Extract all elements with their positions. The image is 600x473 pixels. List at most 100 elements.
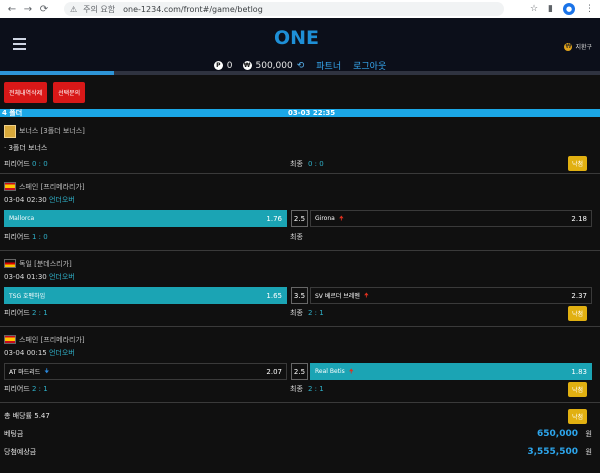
- away-odds: 2.18: [571, 214, 587, 223]
- arrow-down-icon: 🠋: [44, 367, 50, 375]
- odds-row: AT 마드리드 🠋 2.07 2.5 Real Betis 🠉 1.83: [0, 363, 600, 380]
- away-pick[interactable]: Girona 🠉 2.18: [310, 210, 592, 227]
- league-name: 스페인 [프리메라리가]: [19, 335, 85, 344]
- away-odds: 1.83: [571, 367, 587, 376]
- refresh-icon[interactable]: ⟲: [297, 61, 305, 71]
- game-time: 03-04 01:30: [4, 273, 47, 281]
- total-odds-value: 5.47: [34, 412, 50, 420]
- league-row: 독일 [분데스리가]: [0, 251, 600, 271]
- menu-icon[interactable]: ⋮: [585, 4, 594, 14]
- balance-bar: P 0 ₩ 500,000 ⟲ 파트너 로그아웃: [0, 60, 600, 72]
- arrow-up-icon: 🠉: [348, 367, 354, 375]
- side-panel-icon[interactable]: ▮: [548, 4, 553, 14]
- market-type: 언더오버: [48, 196, 75, 204]
- game-time: 03-04 00:15: [4, 349, 47, 357]
- back-icon[interactable]: ←: [6, 4, 18, 15]
- final-score: 2 : 1: [308, 385, 324, 393]
- away-odds: 2.37: [571, 291, 587, 300]
- bet-amount-unit: 원: [585, 430, 592, 438]
- bet-summary: 총 배당률 5.47 낙첨 베팅금 650,000 원 당첨예상금 3,555,…: [0, 403, 600, 461]
- bookmark-star-icon[interactable]: ☆: [530, 4, 538, 14]
- points-value: 0: [226, 60, 233, 71]
- level-coin-icon: ₩: [564, 42, 573, 51]
- home-team: TSG 호펜하임: [9, 293, 46, 300]
- reload-icon[interactable]: ⟳: [38, 4, 50, 15]
- period-score: 2 : 1: [32, 385, 48, 393]
- delete-all-button[interactable]: 전체내역삭제: [4, 81, 48, 103]
- final-label: 최종: [290, 385, 303, 393]
- away-team: Real Betis: [315, 368, 345, 375]
- total-odds-row: 총 배당률 5.47 낙첨: [0, 407, 600, 425]
- site-logo[interactable]: ONE: [274, 27, 319, 49]
- market-type: 언더오버: [48, 273, 75, 281]
- home-team: AT 마드리드: [9, 369, 41, 376]
- bonus-score-row: 피리어드 0 : 0 최종 0 : 0 낙첨: [0, 155, 600, 172]
- url-text: one-1234.com/front#/game/betlog: [123, 4, 263, 14]
- expected-win-value: 3,555,500: [527, 447, 578, 457]
- home-pick[interactable]: Mallorca 1.76: [4, 210, 287, 227]
- bet-header: 4 폴더 03-03 22:35: [0, 109, 600, 117]
- bonus-card: 보너스 [3폴더 보너스] · 3폴더 보너스 피리어드 0 : 0 최종 0 …: [0, 117, 600, 174]
- game-card: 독일 [분데스리가] 03-04 01:30 언더오버 TSG 호펜하임 1.6…: [0, 251, 600, 327]
- market-type: 언더오버: [48, 349, 75, 357]
- gift-icon: [4, 124, 16, 138]
- away-pick[interactable]: SV 베르더 브레멘 🠉 2.37: [310, 287, 592, 304]
- bet-amount-row: 베팅금 650,000 원: [0, 425, 600, 443]
- period-label: 피리어드: [4, 232, 30, 241]
- bonus-name: 3폴더 보너스: [8, 144, 48, 152]
- forward-icon[interactable]: →: [22, 4, 34, 15]
- money-value: 500,000: [255, 60, 293, 71]
- status-badge: 낙첨: [567, 305, 587, 321]
- expected-win-label: 당첨예상금: [4, 448, 37, 456]
- final-score: 0 : 0: [308, 159, 324, 168]
- hamburger-menu-icon[interactable]: [13, 38, 26, 53]
- status-badge: 낙첨: [567, 156, 587, 171]
- home-odds: 1.76: [266, 214, 282, 223]
- status-badge: 낙첨: [567, 381, 587, 397]
- user-info[interactable]: ₩ 지환구: [564, 42, 592, 51]
- final-label: 최종: [290, 232, 303, 241]
- bet-amount-value: 650,000: [537, 429, 578, 439]
- score-row: 피리어드 1 : 0 최종: [0, 227, 600, 246]
- league-row: 스페인 [프리메라리가]: [0, 327, 600, 347]
- final-label: 최종: [290, 309, 303, 317]
- home-odds: 2.07: [266, 367, 282, 376]
- bonus-name-row: · 3폴더 보너스: [4, 144, 48, 152]
- delete-selected-button[interactable]: 선택문의: [53, 81, 86, 103]
- home-team: Mallorca: [9, 215, 35, 222]
- arrow-up-icon: 🠉: [363, 291, 369, 299]
- action-bar: 전체내역삭제 선택문의: [0, 75, 600, 109]
- profile-avatar[interactable]: ●: [563, 3, 575, 15]
- money-icon: ₩: [242, 61, 252, 70]
- site-header: ONE ₩ 지환구 P 0 ₩ 500,000 ⟲ 파트너 로그아웃: [0, 18, 600, 72]
- security-warning-icon[interactable]: ⚠: [70, 5, 77, 14]
- spain-flag-icon: [4, 182, 16, 191]
- address-bar[interactable]: ⚠ 주의 요함 one-1234.com/front#/game/betlog: [64, 2, 504, 16]
- home-pick[interactable]: AT 마드리드 🠋 2.07: [4, 363, 287, 380]
- score-row: 피리어드 2 : 1 최종 2 : 1 낙첨: [0, 380, 600, 398]
- spain-flag-icon: [4, 335, 16, 344]
- away-pick[interactable]: Real Betis 🠉 1.83: [310, 363, 592, 380]
- home-odds: 1.65: [266, 291, 282, 300]
- time-row: 03-04 00:15 언더오버: [0, 347, 600, 359]
- odds-row: TSG 호펜하임 1.65 3.5 SV 베르더 브레멘 🠉 2.37: [0, 287, 600, 304]
- handicap-line: 2.5: [291, 210, 308, 227]
- bet-datetime: 03-03 22:35: [288, 109, 336, 117]
- browser-toolbar: ← → ⟳ ⚠ 주의 요함 one-1234.com/front#/game/b…: [0, 0, 600, 18]
- game-card: 스페인 [프리메라리가] 03-04 00:15 언더오버 AT 마드리드 🠋 …: [0, 327, 600, 403]
- expected-win-unit: 원: [585, 448, 592, 456]
- security-label: 주의 요함: [83, 4, 116, 14]
- home-pick[interactable]: TSG 호펜하임 1.65: [4, 287, 287, 304]
- handicap-line: 3.5: [291, 287, 308, 304]
- bonus-league-row: 보너스 [3폴더 보너스]: [0, 117, 600, 141]
- time-row: 03-04 01:30 언더오버: [0, 271, 600, 283]
- league-row: 스페인 [프리메라리가]: [0, 174, 600, 194]
- period-score: 2 : 1: [32, 309, 48, 317]
- progress-bar: [0, 71, 600, 75]
- period-label: 피리어드: [4, 309, 30, 317]
- period-score: 1 : 0: [32, 232, 48, 241]
- summary-status-badge: 낙첨: [567, 408, 587, 424]
- germany-flag-icon: [4, 259, 16, 268]
- username: 지환구: [575, 44, 592, 51]
- odds-row: Mallorca 1.76 2.5 Girona 🠉 2.18: [0, 210, 600, 227]
